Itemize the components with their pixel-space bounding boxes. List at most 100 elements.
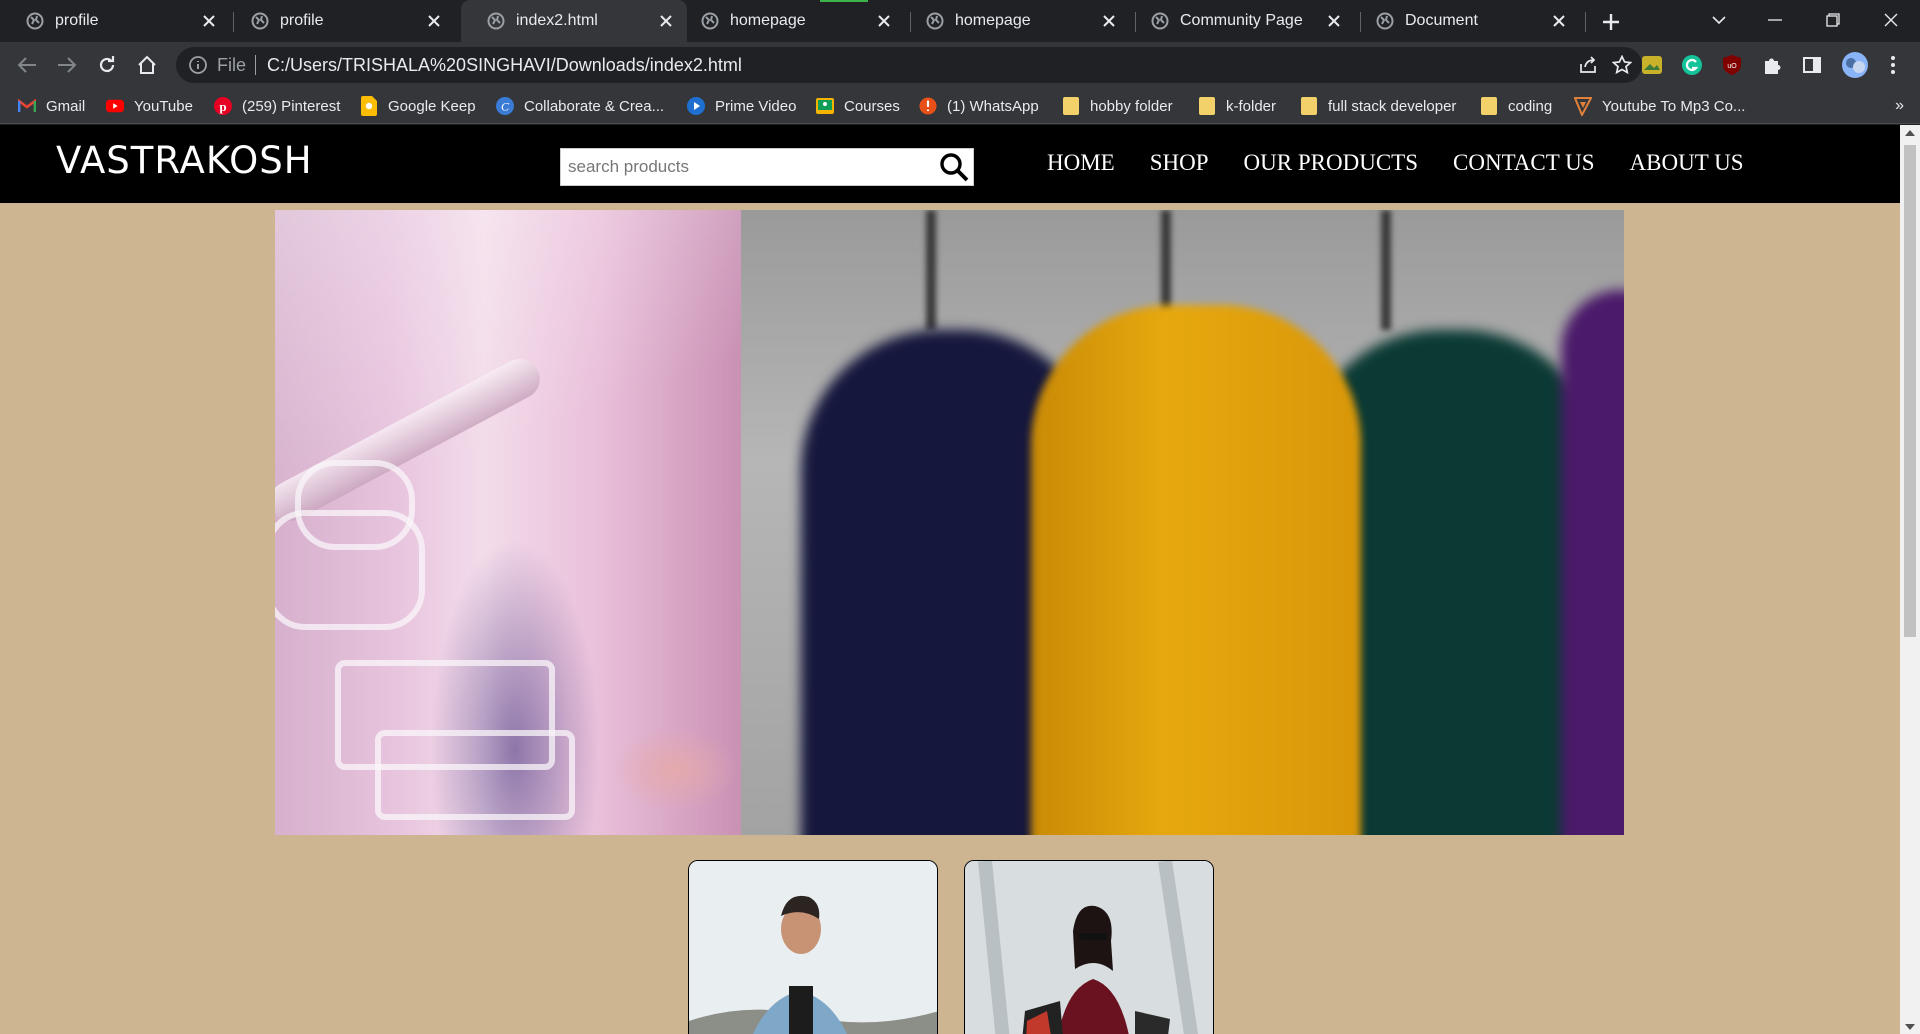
extensions-puzzle-icon[interactable] — [1761, 54, 1783, 76]
nav-shop[interactable]: SHOP — [1150, 150, 1209, 176]
bookmark-label: Prime Video — [715, 97, 797, 115]
bookmark-full-stack-developer[interactable]: full stack developer — [1300, 95, 1456, 117]
search-input[interactable] — [561, 150, 931, 184]
minimize-icon[interactable] — [1757, 4, 1793, 36]
url-text[interactable]: C:/Users/TRISHALA%20SINGHAVI/Downloads/i… — [267, 55, 742, 76]
site-logo[interactable]: VASTRAKOSH — [56, 139, 313, 182]
page-scrollbar[interactable] — [1900, 125, 1920, 1034]
nav-about-us[interactable]: ABOUT US — [1630, 150, 1744, 176]
close-icon[interactable] — [425, 12, 443, 30]
svg-text:uO: uO — [1727, 63, 1737, 70]
tab-homepage-2[interactable]: homepage — [900, 0, 1130, 42]
bookmark-label: (1) WhatsApp — [947, 97, 1039, 115]
bookmark-youtube[interactable]: YouTube — [106, 95, 193, 117]
bookmark-canva[interactable]: C Collaborate & Crea... — [496, 95, 664, 117]
home-icon[interactable] — [132, 50, 162, 80]
bookmark-whatsapp[interactable]: (1) WhatsApp — [919, 95, 1039, 117]
new-tab-plus-icon[interactable] — [1597, 8, 1625, 36]
close-icon[interactable] — [1550, 12, 1568, 30]
bookmark-prime-video[interactable]: Prime Video — [687, 95, 796, 117]
close-icon[interactable] — [657, 12, 675, 30]
tab-title: Document — [1405, 12, 1478, 29]
scroll-up-arrow-icon[interactable] — [1905, 130, 1915, 136]
product-card-men[interactable] — [688, 860, 938, 1034]
bookmark-google-keep[interactable]: Google Keep — [360, 95, 476, 117]
folder-icon — [1300, 97, 1318, 115]
nav-our-products[interactable]: OUR PRODUCTS — [1244, 150, 1418, 176]
info-icon[interactable] — [188, 55, 208, 75]
bookmark-youtube-to-mp3[interactable]: Youtube To Mp3 Co... — [1574, 95, 1745, 117]
tab-index2[interactable]: index2.html — [461, 0, 687, 42]
globe-icon — [26, 12, 44, 30]
bookmark-hobby-folder[interactable]: hobby folder — [1062, 95, 1173, 117]
tab-title: homepage — [955, 12, 1031, 29]
svg-text:p: p — [219, 99, 226, 114]
reload-icon[interactable] — [92, 50, 122, 80]
tab-profile-1[interactable]: profile — [0, 0, 230, 42]
globe-icon — [487, 12, 505, 30]
hero-hangers-photo — [275, 210, 741, 835]
bookmark-label: Youtube To Mp3 Co... — [1602, 97, 1746, 115]
bookmark-label: Google Keep — [388, 97, 476, 115]
bookmark-label: full stack developer — [1328, 97, 1457, 115]
close-icon[interactable] — [1325, 12, 1343, 30]
tab-search-chevron-icon[interactable] — [1701, 4, 1737, 36]
globe-icon — [701, 12, 719, 30]
gmail-icon — [18, 97, 36, 115]
close-icon[interactable] — [1100, 12, 1118, 30]
product-card-women[interactable] — [964, 860, 1214, 1034]
browser-toolbar: File C:/Users/TRISHALA%20SINGHAVI/Downlo… — [0, 42, 1920, 88]
card-photo-woman-shopping — [965, 861, 1213, 1034]
bookmark-k-folder[interactable]: k-folder — [1198, 95, 1276, 117]
profile-avatar-icon[interactable] — [1841, 51, 1869, 79]
bookmark-label: Gmail — [46, 97, 86, 115]
extension-image-icon[interactable] — [1641, 54, 1663, 76]
tab-document[interactable]: Document — [1350, 0, 1580, 42]
bookmark-label: YouTube — [134, 97, 193, 115]
nav-home[interactable]: HOME — [1047, 150, 1115, 176]
bookmark-label: Collaborate & Crea... — [524, 97, 665, 115]
pinterest-icon: p — [214, 97, 232, 115]
back-arrow-icon[interactable] — [12, 50, 42, 80]
share-icon[interactable] — [1578, 55, 1598, 75]
scroll-down-arrow-icon[interactable] — [1905, 1024, 1915, 1030]
bookmark-coding[interactable]: coding — [1480, 95, 1552, 117]
close-window-icon[interactable] — [1873, 4, 1909, 36]
forward-arrow-icon[interactable] — [52, 50, 82, 80]
bookmarks-overflow-chevron-icon[interactable]: » — [1895, 97, 1904, 115]
restore-icon[interactable] — [1815, 4, 1851, 36]
svg-text:C: C — [501, 100, 510, 114]
bookmark-label: hobby folder — [1090, 97, 1173, 115]
bookmark-gmail[interactable]: Gmail — [18, 95, 85, 117]
grammarly-icon[interactable] — [1681, 54, 1703, 76]
hero-image — [275, 210, 1624, 835]
tab-community-page[interactable]: Community Page — [1125, 0, 1355, 42]
globe-icon — [926, 12, 944, 30]
address-bar[interactable]: File C:/Users/TRISHALA%20SINGHAVI/Downlo… — [176, 47, 1642, 83]
bookmark-courses[interactable]: Courses — [816, 95, 900, 117]
bookmark-pinterest[interactable]: p (259) Pinterest — [214, 95, 340, 117]
search-icon[interactable] — [935, 149, 973, 185]
tab-title: profile — [280, 12, 324, 29]
scheme-divider — [255, 55, 257, 75]
bookmark-label: Courses — [844, 97, 900, 115]
scrollbar-thumb[interactable] — [1904, 145, 1916, 637]
tab-profile-2[interactable]: profile — [225, 0, 455, 42]
browser-window: profile profile index2.html homepage hom… — [0, 0, 1920, 1034]
side-panel-icon[interactable] — [1801, 54, 1823, 76]
bookmarks-bar: Gmail YouTube p (259) Pinterest Google K… — [0, 88, 1920, 124]
tab-homepage-1[interactable]: homepage — [675, 0, 905, 42]
close-icon[interactable] — [875, 12, 893, 30]
google-keep-icon — [360, 96, 378, 116]
chrome-menu-icon[interactable] — [1882, 54, 1904, 76]
ublock-origin-icon[interactable]: uO — [1721, 54, 1743, 76]
globe-icon — [1376, 12, 1394, 30]
tab-title: profile — [55, 12, 99, 29]
close-icon[interactable] — [200, 12, 218, 30]
hero-sweaters-photo — [741, 210, 1624, 835]
bookmark-star-icon[interactable] — [1612, 55, 1632, 75]
classroom-icon — [816, 97, 834, 115]
bookmark-label: k-folder — [1226, 97, 1277, 115]
nav-contact-us[interactable]: CONTACT US — [1453, 150, 1595, 176]
folder-icon — [1480, 97, 1498, 115]
